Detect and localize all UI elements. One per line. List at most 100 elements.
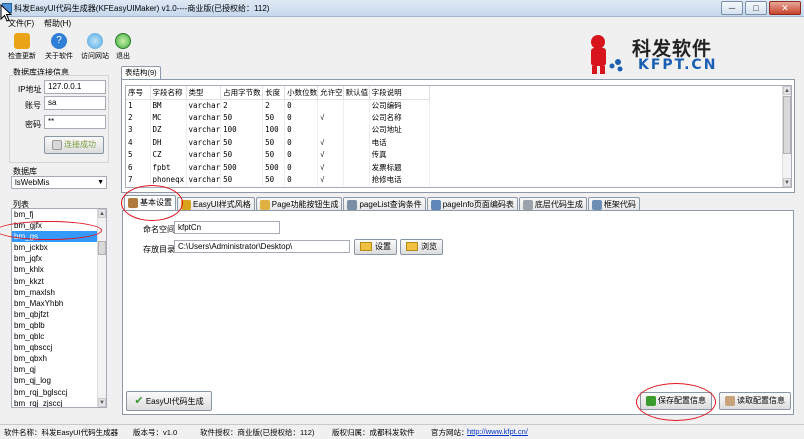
list-item[interactable]: bm_rqj_zjsccj	[12, 398, 98, 407]
tab-structure[interactable]: 表结构(9)	[121, 66, 161, 80]
settings-button[interactable]: 设置	[354, 239, 397, 255]
maximize-button[interactable]: □	[745, 1, 767, 15]
table-row[interactable]: 1 BM varchar 2 2 0 公司编码	[126, 99, 430, 112]
column-header[interactable]: 长度	[262, 86, 286, 100]
minimize-button[interactable]: ─	[721, 1, 743, 15]
status-copyright: 版权归属：成都科发软件	[332, 428, 415, 437]
list-item[interactable]: bm_gjfx	[12, 220, 98, 231]
list-item[interactable]: bm_khlx	[12, 264, 98, 275]
list-item[interactable]: bm_fj	[12, 209, 98, 220]
tab-icon	[522, 199, 533, 210]
table-cell	[317, 123, 344, 137]
table-cell: 2	[262, 99, 286, 112]
status-software-name: 软件名称：科发EasyUI代码生成器	[4, 428, 119, 437]
column-header[interactable]: 默认值	[343, 86, 370, 100]
grid-scroll-thumb[interactable]	[783, 96, 791, 154]
grid-scroll-down-icon[interactable]: ▼	[783, 178, 791, 187]
table-cell: phoneqx	[150, 173, 187, 186]
table-row[interactable]: 5 CZ varchar 50 50 0 √ 传真	[126, 148, 430, 161]
status-website-link[interactable]: http://www.kfpt.cn/	[467, 427, 528, 436]
visit-site-label: 访问网站	[81, 53, 109, 60]
path-field[interactable]: C:\Users\Administrator\Desktop\	[174, 240, 350, 253]
list-item[interactable]: bm_qbjfzt	[12, 309, 98, 320]
column-header[interactable]: 字段说明	[369, 86, 430, 100]
scroll-thumb[interactable]	[98, 241, 106, 255]
table-row[interactable]: 7 phoneqx varchar 50 50 0 √ 抢修电话	[126, 173, 430, 186]
table-cell: 50	[262, 173, 286, 186]
mascot-icon	[591, 35, 623, 74]
table-cell: 抢修电话	[369, 173, 430, 186]
list-item[interactable]: bm_kkzt	[12, 276, 98, 287]
user-field[interactable]: sa	[44, 96, 106, 110]
table-row[interactable]: 3 DZ varchar 100 100 0 公司地址	[126, 123, 430, 137]
table-cell: 电话	[369, 136, 430, 149]
list-item[interactable]: bm_jqfx	[12, 253, 98, 264]
database-selected: lsWebMis	[15, 178, 50, 187]
list-item[interactable]: bm_qbxh	[12, 353, 98, 364]
about-button[interactable]: ? 关于软件	[44, 33, 74, 61]
table-cell: 1	[126, 99, 151, 112]
table-cell	[343, 123, 370, 137]
column-header[interactable]: 小数位数	[284, 86, 319, 100]
list-item[interactable]: bm_maxlsh	[12, 287, 98, 298]
table-cell: √	[317, 160, 344, 174]
tab-label: 框架代码	[603, 200, 636, 209]
list-item[interactable]: bm_jckbx	[12, 242, 98, 253]
close-button[interactable]: ✕	[769, 1, 801, 15]
list-item[interactable]: bm_MaxYhbh	[12, 298, 98, 309]
connect-button[interactable]: 连接成功	[44, 136, 104, 154]
table-cell: 500	[262, 160, 286, 174]
exit-button[interactable]: 退出	[108, 33, 138, 61]
browse-button[interactable]: 浏览	[400, 239, 443, 255]
column-header[interactable]: 占用字节数	[220, 86, 264, 100]
load-config-button[interactable]: 读取配置信息	[719, 392, 791, 410]
list-item[interactable]: bm_gs	[12, 231, 98, 243]
table-row[interactable]: 6 fpbt varchar 500 500 0 √ 发票标题	[126, 160, 430, 174]
browse-label: 浏览	[421, 242, 437, 251]
generate-button[interactable]: ✔ EasyUI代码生成	[126, 391, 212, 411]
scroll-up-icon[interactable]: ▲	[98, 209, 106, 218]
save-config-label: 保存配置信息	[658, 396, 706, 405]
column-header[interactable]: 序号	[126, 86, 151, 100]
check-update-label: 检查更新	[8, 53, 36, 60]
tab-label: pageInfo页面编码表	[442, 200, 514, 209]
save-config-button[interactable]: 保存配置信息	[640, 392, 712, 410]
table-cell: 6	[126, 160, 151, 174]
table-row[interactable]: 2 MC varchar 50 50 0 √ 公司名称	[126, 111, 430, 124]
column-header[interactable]: 类型	[186, 86, 222, 100]
list-item[interactable]: bm_qbsccj	[12, 342, 98, 353]
check-update-button[interactable]: 检查更新	[7, 33, 37, 61]
password-label: 密码	[25, 120, 41, 129]
grid-scrollbar[interactable]: ▲ ▼	[782, 86, 791, 187]
table-row[interactable]: 4 DH varchar 50 50 0 √ 电话	[126, 136, 430, 149]
menu-help[interactable]: 帮助(H)	[44, 18, 71, 29]
table-list-scrollbar[interactable]: ▲ ▼	[97, 209, 106, 407]
password-field[interactable]: **	[44, 115, 106, 129]
list-item[interactable]: bm_rqj_bglsccj	[12, 387, 98, 398]
grid-scroll-up-icon[interactable]: ▲	[783, 86, 791, 95]
database-select[interactable]: lsWebMis ▼	[11, 176, 107, 189]
table-cell: 7	[126, 173, 151, 186]
ip-field[interactable]: 127.0.0.1	[44, 80, 106, 94]
table-cell: 0	[284, 148, 319, 161]
table-cell	[343, 136, 370, 149]
list-item[interactable]: bm_qj_log	[12, 375, 98, 386]
tab-label: EasyUI样式风格	[193, 200, 251, 209]
list-item[interactable]: bm_qj	[12, 364, 98, 375]
namespace-field[interactable]: kfptCn	[174, 221, 280, 234]
list-item[interactable]: bm_qblb	[12, 320, 98, 331]
column-header[interactable]: 字段名称	[150, 86, 187, 100]
tab-icon	[128, 197, 138, 208]
table-cell: 0	[284, 173, 319, 186]
save-icon	[646, 395, 656, 406]
visit-site-button[interactable]: 访问网站	[80, 33, 110, 61]
column-header[interactable]: 允许空	[317, 86, 344, 100]
brand-logo: 科发软件 KFPT.CN	[582, 32, 732, 76]
table-cell: 2	[126, 111, 151, 124]
table-cell: 100	[262, 123, 286, 137]
scroll-down-icon[interactable]: ▼	[98, 398, 106, 407]
table-cell	[343, 111, 370, 124]
generate-label: EasyUI代码生成	[145, 397, 204, 406]
table-cell: 公司名称	[369, 111, 430, 124]
list-item[interactable]: bm_qblc	[12, 331, 98, 342]
